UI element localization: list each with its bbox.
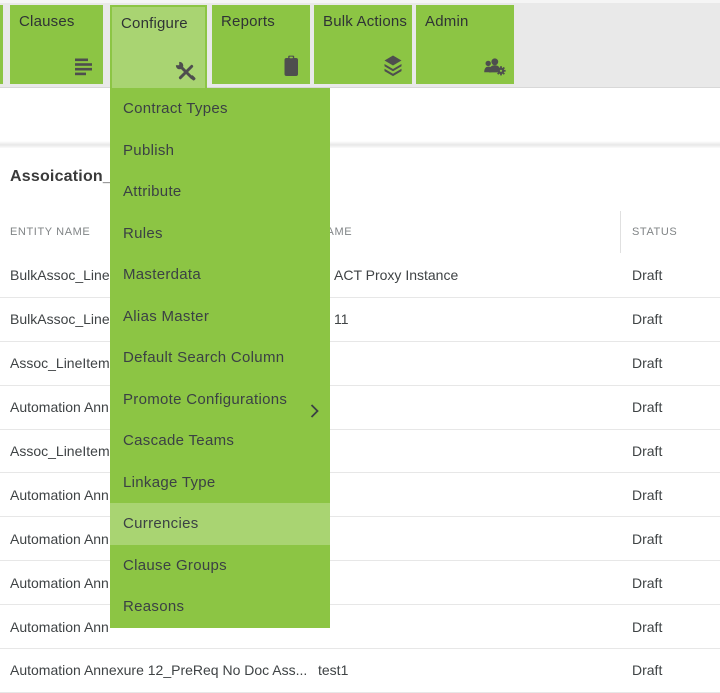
top-nav-bar: Clauses Configure	[0, 0, 720, 88]
layers-icon	[381, 54, 405, 78]
menu-item-clause-groups[interactable]: Clause Groups	[110, 545, 330, 587]
subheader-divider	[0, 141, 720, 148]
tab-clauses[interactable]: Clauses	[10, 5, 103, 84]
menu-item-promote-configurations[interactable]: Promote Configurations	[110, 379, 330, 421]
entity-name-cell: Automation Annexure 12_PreReq No Doc Ass…	[10, 662, 307, 678]
menu-item-cascade-teams[interactable]: Cascade Teams	[110, 420, 330, 462]
menu-item-currencies[interactable]: Currencies	[110, 503, 330, 545]
entity-name-cell: Automation Ann	[10, 487, 109, 503]
entity-name-cell: BulkAssoc_LineI	[10, 311, 114, 327]
clipboard-icon	[279, 54, 303, 78]
table-row[interactable]: Automation Ann Draft	[0, 517, 720, 561]
menu-item-contract-types[interactable]: Contract Types	[110, 88, 330, 130]
tab-admin[interactable]: Admin	[416, 5, 514, 84]
status-cell: Draft	[632, 267, 662, 283]
menu-item-default-search-column[interactable]: Default Search Column	[110, 337, 330, 379]
table-row[interactable]: Automation Ann Draft	[0, 473, 720, 517]
status-cell: Draft	[632, 531, 662, 547]
status-cell: Draft	[632, 619, 662, 635]
table-row[interactable]: BulkAssoc_LineI 11 Draft	[0, 298, 720, 342]
entity-name-cell: Assoc_LineItems	[10, 355, 117, 371]
tab-reports-label: Reports	[221, 13, 275, 30]
entity-name-cell: Assoc_LineItems	[10, 443, 117, 459]
table-row[interactable]: Assoc_LineItems Draft	[0, 430, 720, 474]
status-cell: Draft	[632, 311, 662, 327]
column-header-entity-name: ENTITY NAME	[10, 226, 90, 238]
status-cell: Draft	[632, 662, 662, 678]
table-row[interactable]: Automation Ann Draft	[0, 605, 720, 649]
column-header-status: STATUS	[632, 226, 677, 238]
entity-name-cell: BulkAssoc_LineI	[10, 267, 114, 283]
align-left-icon	[72, 54, 96, 78]
configure-dropdown-menu: Contract Types Publish Attribute Rules M…	[110, 88, 330, 628]
tab-configure-label: Configure	[121, 15, 188, 32]
menu-item-attribute[interactable]: Attribute	[110, 171, 330, 213]
tab-bulk-actions-label: Bulk Actions	[323, 13, 407, 30]
entity-name-cell: Automation Ann	[10, 399, 109, 415]
status-cell: Draft	[632, 443, 662, 459]
status-cell: Draft	[632, 355, 662, 371]
partial-tab-left-edge[interactable]	[0, 5, 3, 84]
status-cell: Draft	[632, 399, 662, 415]
status-cell: Draft	[632, 487, 662, 503]
table-row[interactable]: Automation Annexure 12_PreReq No Doc Ass…	[0, 649, 720, 693]
menu-item-alias-master[interactable]: Alias Master	[110, 296, 330, 338]
menu-item-publish[interactable]: Publish	[110, 130, 330, 172]
column-separator	[620, 211, 621, 253]
tab-bulk-actions[interactable]: Bulk Actions	[314, 5, 412, 84]
chevron-right-icon	[310, 393, 319, 407]
menu-item-linkage-type[interactable]: Linkage Type	[110, 462, 330, 504]
menu-item-masterdata[interactable]: Masterdata	[110, 254, 330, 296]
table-row[interactable]: Automation Ann Draft	[0, 561, 720, 605]
menu-item-reasons[interactable]: Reasons	[110, 586, 330, 628]
tab-reports[interactable]: Reports	[212, 5, 310, 84]
entity-name-cell: Automation Ann	[10, 575, 109, 591]
status-cell: Draft	[632, 575, 662, 591]
entity-name-cell: Automation Ann	[10, 619, 109, 635]
entity-table: BulkAssoc_LineI ACT Proxy Instance Draft…	[0, 254, 720, 693]
entity-name-cell: Automation Ann	[10, 531, 109, 547]
tab-admin-label: Admin	[425, 13, 469, 30]
name-cell: 11	[334, 311, 349, 327]
tab-clauses-label: Clauses	[19, 13, 75, 30]
name-cell: test1	[318, 662, 348, 678]
table-row[interactable]: Automation Ann Draft	[0, 386, 720, 430]
table-row[interactable]: Assoc_LineItems Draft	[0, 342, 720, 386]
users-gear-icon	[483, 54, 507, 78]
menu-item-label: Promote Configurations	[123, 391, 287, 408]
name-cell: ACT Proxy Instance	[334, 267, 458, 283]
tools-icon	[174, 60, 198, 84]
page-title: Assoication_S	[10, 168, 123, 186]
table-row[interactable]: BulkAssoc_LineI ACT Proxy Instance Draft	[0, 254, 720, 298]
tab-configure[interactable]: Configure	[110, 5, 207, 90]
menu-item-rules[interactable]: Rules	[110, 213, 330, 255]
